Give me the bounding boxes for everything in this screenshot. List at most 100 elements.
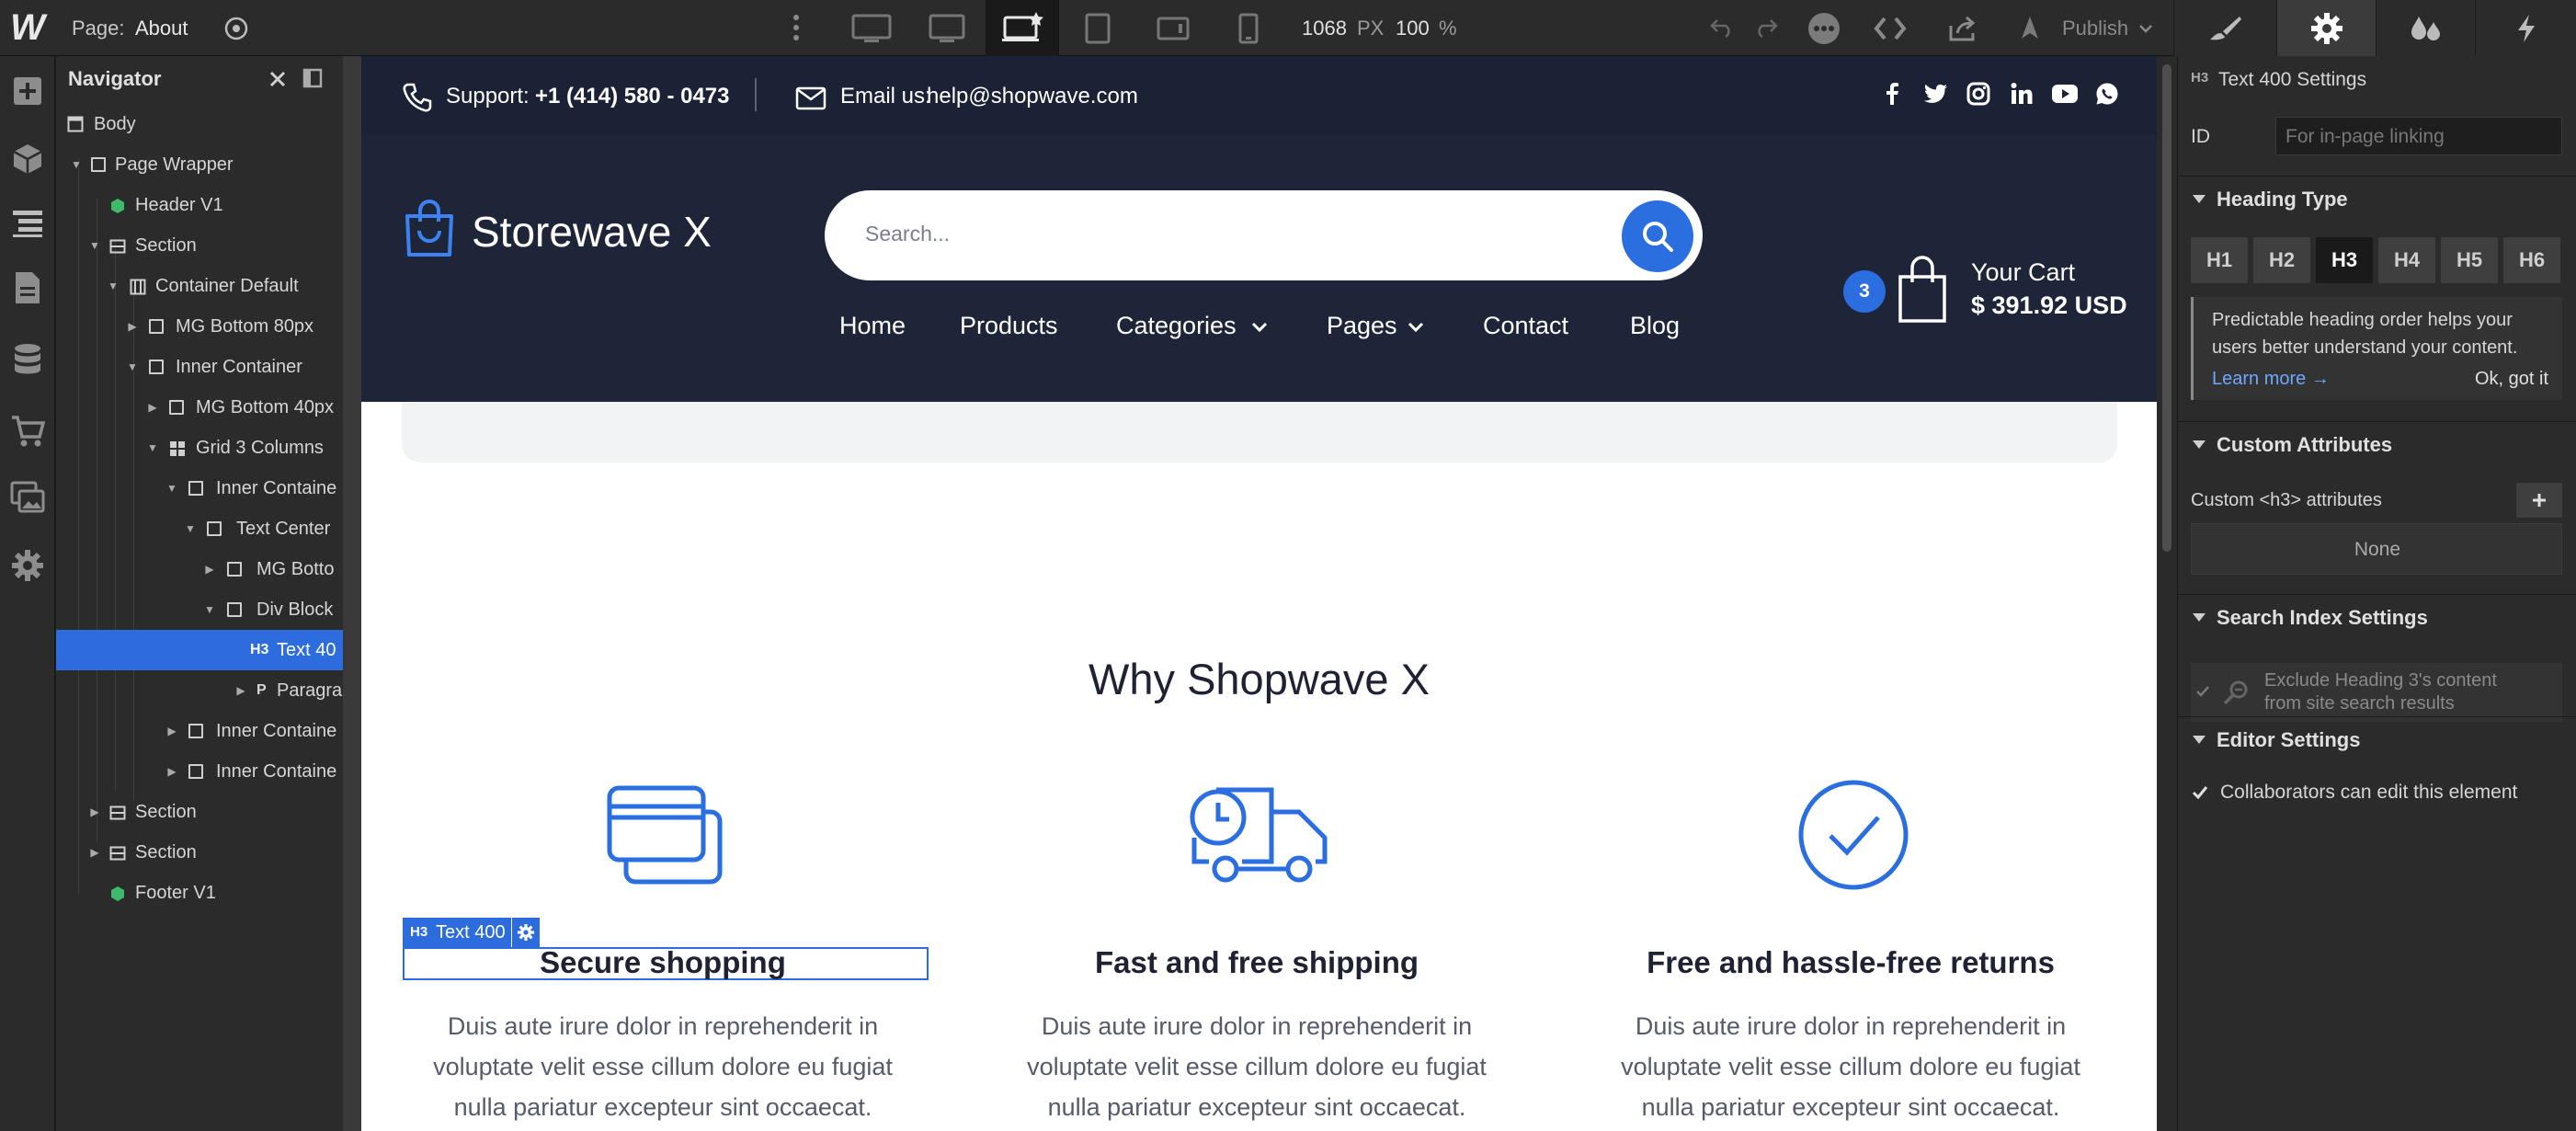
nav-item-text-center[interactable]: ▼ Text Center bbox=[56, 508, 343, 549]
email-link[interactable]: help@shopwave.com bbox=[927, 84, 1138, 109]
nav-item-inner-container[interactable]: ▼ Inner Container bbox=[56, 347, 343, 387]
collapse-arrow-icon[interactable]: ▼ bbox=[165, 468, 178, 508]
nav-item-page-wrapper[interactable]: ▼ Page Wrapper bbox=[56, 144, 343, 185]
exclude-checkbox[interactable] bbox=[2194, 683, 2211, 700]
code-export-icon[interactable] bbox=[1872, 13, 1909, 44]
style-panel-tab[interactable] bbox=[2173, 0, 2276, 56]
instagram-icon[interactable] bbox=[1966, 82, 1990, 106]
expand-arrow-icon[interactable]: ▶ bbox=[88, 832, 101, 873]
nav-item-header-v1[interactable]: Header V1 bbox=[56, 185, 343, 225]
heading-h3-button[interactable]: H3 bbox=[2316, 237, 2373, 283]
more-options-icon[interactable] bbox=[787, 9, 805, 46]
breakpoint-desktop-xxl[interactable] bbox=[835, 0, 908, 56]
breakpoint-mobile-portrait[interactable] bbox=[1212, 0, 1285, 56]
heading-h2-button[interactable]: H2 bbox=[2253, 237, 2310, 283]
pages-icon[interactable] bbox=[0, 260, 55, 315]
add-elements-icon[interactable] bbox=[0, 63, 55, 119]
cms-collections-icon[interactable] bbox=[0, 332, 55, 387]
section-search-index[interactable]: Search Index Settings bbox=[2178, 594, 2576, 640]
nav-item-inner-container-3[interactable]: ▶ Inner Containe bbox=[56, 751, 343, 792]
nav-item-body[interactable]: Body bbox=[56, 104, 343, 144]
navigator-icon[interactable] bbox=[0, 196, 55, 251]
nav-item-inner-container-1[interactable]: ▼ Inner Containe bbox=[56, 468, 343, 508]
page-selector[interactable]: About bbox=[135, 0, 188, 56]
canvas-scrollbar-thumb[interactable] bbox=[2162, 64, 2171, 552]
nav-item-mg-bottom[interactable]: ▶ MG Botto bbox=[56, 549, 343, 589]
facebook-icon[interactable] bbox=[1880, 82, 1904, 106]
nav-link-categories[interactable]: Categories bbox=[1116, 312, 1237, 340]
preview-eye-icon[interactable] bbox=[222, 15, 250, 42]
categories-chevron-down-icon[interactable] bbox=[1251, 322, 1268, 333]
interactions-tab[interactable] bbox=[2475, 0, 2576, 56]
nav-item-inner-container-2[interactable]: ▶ Inner Containe bbox=[56, 711, 343, 751]
share-icon[interactable] bbox=[1945, 13, 1982, 44]
expand-arrow-icon[interactable]: ▶ bbox=[146, 387, 159, 428]
nav-item-section-2[interactable]: ▶ Section bbox=[56, 792, 343, 832]
collapse-arrow-icon[interactable]: ▼ bbox=[107, 266, 120, 306]
nav-item-section[interactable]: ▼ Section bbox=[56, 225, 343, 266]
collapse-arrow-icon[interactable]: ▼ bbox=[70, 144, 83, 185]
collapse-arrow-icon[interactable]: ▼ bbox=[146, 428, 159, 468]
components-icon[interactable] bbox=[0, 131, 55, 187]
publish-rocket-icon[interactable] bbox=[2013, 13, 2046, 44]
nav-link-blog[interactable]: Blog bbox=[1630, 312, 1680, 340]
breakpoint-desktop-base[interactable] bbox=[986, 0, 1059, 56]
collaborators-checkbox[interactable] bbox=[2191, 783, 2209, 802]
nav-item-text-400-selected[interactable]: H3 Text 40 bbox=[56, 630, 343, 670]
nav-link-contact[interactable]: Contact bbox=[1483, 312, 1568, 340]
expand-arrow-icon[interactable]: ▶ bbox=[88, 792, 101, 832]
cart-bag-icon[interactable] bbox=[1897, 255, 1948, 325]
close-navigator-icon[interactable] bbox=[268, 69, 288, 89]
nav-item-grid-3-columns[interactable]: ▼ Grid 3 Columns bbox=[56, 428, 343, 468]
collapse-arrow-icon[interactable]: ▼ bbox=[203, 589, 216, 630]
nav-link-pages[interactable]: Pages bbox=[1327, 312, 1397, 340]
breakpoint-desktop-xl[interactable] bbox=[910, 0, 984, 56]
expand-arrow-icon[interactable]: ▶ bbox=[203, 549, 216, 589]
webflow-logo[interactable]: W bbox=[0, 0, 55, 56]
heading-h6-button[interactable]: H6 bbox=[2503, 237, 2560, 283]
expand-arrow-icon[interactable]: ▶ bbox=[165, 711, 178, 751]
collapse-arrow-icon[interactable]: ▼ bbox=[126, 347, 139, 387]
add-attribute-button[interactable] bbox=[2516, 483, 2562, 518]
settings-panel-tab[interactable] bbox=[2276, 0, 2376, 56]
nav-item-mg-bottom-40px[interactable]: ▶ MG Bottom 40px bbox=[56, 387, 343, 428]
publish-button[interactable]: Publish bbox=[2062, 0, 2128, 56]
support-phone-link[interactable]: +1 (414) 580 - 0473 bbox=[535, 84, 730, 109]
nav-link-products[interactable]: Products bbox=[960, 312, 1058, 340]
comments-icon[interactable] bbox=[1807, 12, 1841, 45]
expand-arrow-icon[interactable]: ▶ bbox=[234, 670, 247, 711]
nav-item-paragraph[interactable]: ▶ P Paragra bbox=[56, 670, 343, 711]
nav-item-div-block[interactable]: ▼ Div Block bbox=[56, 589, 343, 630]
nav-item-mg-bottom-80px[interactable]: ▶ MG Bottom 80px bbox=[56, 306, 343, 347]
twitter-icon[interactable] bbox=[1922, 82, 1948, 106]
collapse-arrow-icon[interactable]: ▼ bbox=[184, 508, 197, 549]
search-input[interactable]: Search... bbox=[865, 222, 950, 246]
dock-navigator-icon[interactable] bbox=[302, 68, 325, 90]
section-custom-attributes[interactable]: Custom Attributes bbox=[2178, 421, 2576, 467]
zoom-value[interactable]: 100 bbox=[1396, 0, 1430, 56]
ecommerce-cart-icon[interactable] bbox=[0, 404, 55, 459]
linkedin-icon[interactable] bbox=[2010, 82, 2034, 106]
ok-got-it-button[interactable]: Ok, got it bbox=[2475, 369, 2548, 390]
cart-label[interactable]: Your Cart bbox=[1971, 258, 2075, 287]
nav-link-home[interactable]: Home bbox=[839, 312, 906, 340]
canvas-width-value[interactable]: 1068 bbox=[1302, 0, 1347, 56]
assets-icon[interactable] bbox=[0, 470, 55, 525]
project-settings-gear-icon[interactable] bbox=[0, 538, 55, 593]
expand-arrow-icon[interactable]: ▶ bbox=[126, 306, 139, 347]
youtube-icon[interactable] bbox=[2051, 84, 2079, 104]
site-canvas[interactable]: Support: +1 (414) 580 - 0473 Email us: h… bbox=[361, 56, 2157, 1131]
learn-more-link[interactable]: Learn more → bbox=[2212, 369, 2330, 390]
nav-item-footer-v1[interactable]: Footer V1 bbox=[56, 873, 343, 913]
section-heading-type[interactable]: Heading Type bbox=[2178, 176, 2576, 222]
pages-chevron-down-icon[interactable] bbox=[1408, 322, 1424, 333]
breakpoint-tablet[interactable] bbox=[1061, 0, 1134, 56]
section-editor-settings[interactable]: Editor Settings bbox=[2178, 716, 2576, 762]
undo-icon[interactable] bbox=[1708, 14, 1736, 41]
breakpoint-mobile-landscape[interactable] bbox=[1136, 0, 1210, 56]
feature-title-secure-shopping[interactable]: Secure shopping bbox=[405, 945, 920, 980]
search-button[interactable] bbox=[1622, 200, 1693, 272]
brand-name[interactable]: Storewave X bbox=[472, 207, 712, 257]
redo-icon[interactable] bbox=[1752, 14, 1780, 41]
element-settings-gear-icon[interactable] bbox=[512, 918, 540, 947]
